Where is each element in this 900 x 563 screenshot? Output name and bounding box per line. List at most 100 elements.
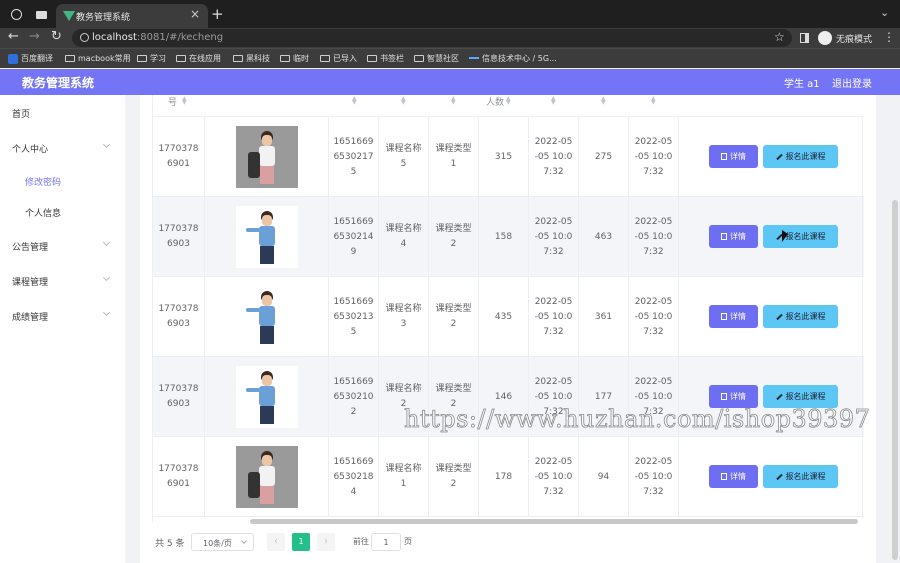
info-icon[interactable] xyxy=(80,33,89,42)
bookmark-item[interactable]: 书签栏 xyxy=(367,53,404,64)
sort-icon[interactable]: ▲ ▼ xyxy=(506,96,511,106)
url-text: localhost:8081/#/kecheng xyxy=(92,32,224,43)
bookmark-item[interactable]: 智慧社区 xyxy=(414,53,459,64)
detail-button[interactable]: 详情 xyxy=(709,225,758,248)
menu-icon[interactable]: ⋮ xyxy=(883,30,895,44)
chevron-down-icon[interactable] xyxy=(102,238,111,247)
table-cell-n2: 463 xyxy=(579,197,629,277)
bookmark-item[interactable]: 在线应用 xyxy=(176,53,221,64)
sort-icon[interactable]: ▲ ▼ xyxy=(551,96,556,106)
course-photo[interactable] xyxy=(235,446,298,508)
incognito-label[interactable]: 无痕模式 xyxy=(836,32,872,45)
sidebar-item-personal-center[interactable]: 个人中心 xyxy=(12,142,48,155)
sidebar-item-grades[interactable]: 成绩管理 xyxy=(12,310,48,323)
chevron-down-icon[interactable]: ⌄ xyxy=(880,6,889,19)
link-icon xyxy=(469,56,479,61)
course-photo[interactable] xyxy=(235,206,298,268)
sort-icon[interactable]: ▲ ▼ xyxy=(401,96,406,106)
bookmark-item[interactable]: 黑科技 xyxy=(233,53,270,64)
sidebar-item-change-password[interactable]: 修改密码 xyxy=(25,175,61,188)
cell-text: 1770378 6903 xyxy=(158,384,199,409)
browser-tab[interactable]: 教务管理系统 × xyxy=(56,4,208,28)
sort-icon[interactable]: ▲ ▼ xyxy=(651,96,656,106)
cell-text: 2022-05 -05 10:0 7:32 xyxy=(534,296,573,337)
table-row[interactable]: 1770378 6901 1651669 6530217 5 课程名称 5 课程类型 … xyxy=(153,117,864,197)
course-photo[interactable] xyxy=(235,126,298,188)
next-page-button[interactable]: › xyxy=(317,533,335,551)
course-photo[interactable] xyxy=(235,366,298,428)
bookmark-item[interactable]: 已导入 xyxy=(320,53,357,64)
sidebar-item-profile[interactable]: 个人信息 xyxy=(25,206,61,219)
cell-text: 课程名称 1 xyxy=(385,464,422,489)
translate-icon xyxy=(8,53,18,64)
sidebar-item-courses[interactable]: 课程管理 xyxy=(12,275,48,288)
table-row[interactable]: 1770378 6903 1651669 6530214 9 课程名称 4 课程类型 … xyxy=(153,197,864,277)
document-icon xyxy=(721,153,727,160)
vertical-scrollbar[interactable] xyxy=(892,200,898,560)
enroll-button[interactable]: 报名此课程 xyxy=(763,305,838,328)
horizontal-scrollbar[interactable] xyxy=(250,519,858,524)
detail-button-label: 详情 xyxy=(730,392,746,401)
new-tab-icon[interactable]: + xyxy=(211,5,224,23)
watermark: https://www.huzhan.com/ishop39397 xyxy=(404,405,871,434)
folder-icon xyxy=(65,55,75,62)
table-cell-count: 435 xyxy=(479,277,529,357)
bookmark-item[interactable]: 学习 xyxy=(137,53,166,64)
detail-button[interactable]: 详情 xyxy=(709,465,758,488)
bookmark-item[interactable]: macbook常用 xyxy=(65,53,131,64)
cell-text: 2022-05 -05 10:0 7:32 xyxy=(634,136,673,177)
bookmark-item[interactable]: 信息技术中心 / 5G... xyxy=(469,53,557,64)
star-icon[interactable]: ☆ xyxy=(774,30,785,44)
cell-text: 177 xyxy=(594,391,613,402)
close-icon[interactable]: × xyxy=(190,7,200,21)
table-row[interactable]: 1770378 6903 1651669 6530213 5 课程名称 3 课程类型 … xyxy=(153,277,864,357)
forward-icon[interactable]: → xyxy=(29,29,40,44)
chevron-down-icon[interactable] xyxy=(102,308,111,317)
page-suffix-label: 页 xyxy=(404,537,412,546)
column-header[interactable]: 号 xyxy=(168,95,177,108)
detail-button[interactable]: 详情 xyxy=(709,145,758,168)
sort-icon[interactable]: ▲ ▼ xyxy=(182,96,187,106)
folder-icon xyxy=(280,55,290,62)
side-panel-icon[interactable] xyxy=(800,33,809,43)
column-header[interactable]: 人数 xyxy=(486,95,504,108)
bookmark-item[interactable]: 百度翻译 xyxy=(8,53,53,64)
reload-icon[interactable]: ↻ xyxy=(51,29,62,44)
incognito-icon[interactable] xyxy=(818,31,832,45)
back-icon[interactable]: ← xyxy=(8,29,19,44)
enroll-button[interactable]: 报名此课程 xyxy=(763,225,838,248)
sort-icon[interactable]: ▲ ▼ xyxy=(451,96,456,106)
chevron-down-icon[interactable] xyxy=(102,140,111,149)
enroll-button[interactable]: 报名此课程 xyxy=(763,465,838,488)
goto-page-input[interactable] xyxy=(371,533,401,551)
table-cell-name: 课程名称 5 xyxy=(379,117,429,197)
prev-page-button[interactable]: ‹ xyxy=(267,533,285,551)
enroll-button[interactable]: 报名此课程 xyxy=(763,145,838,168)
sidebar-item-home[interactable]: 首页 xyxy=(12,107,30,120)
window-icon[interactable] xyxy=(36,11,47,19)
detail-button[interactable]: 详情 xyxy=(709,305,758,328)
logout-button[interactable]: 退出登录 xyxy=(832,75,872,90)
table-row[interactable]: 1770378 6901 1651669 6530218 4 课程名称 1 课程类型 … xyxy=(153,437,864,517)
table-cell-end: 2022-05 -05 10:0 7:32 xyxy=(629,117,679,197)
sort-icon[interactable]: ▲ ▼ xyxy=(352,96,357,106)
detail-button-label: 详情 xyxy=(730,152,746,161)
chevron-down-icon[interactable] xyxy=(102,273,111,282)
course-photo[interactable] xyxy=(235,286,298,348)
table-cell-photo xyxy=(205,437,329,517)
folder-icon xyxy=(137,55,147,62)
globe-icon[interactable] xyxy=(11,9,22,20)
page-number-current[interactable]: 1 xyxy=(292,533,310,551)
sort-icon[interactable]: ▲ ▼ xyxy=(601,96,606,106)
enroll-button-label: 报名此课程 xyxy=(785,392,826,401)
table-cell-photo xyxy=(205,357,329,437)
document-icon xyxy=(721,473,727,480)
bookmark-item[interactable]: 临时 xyxy=(280,53,309,64)
table-cell-start: 2022-05 -05 10:0 7:32 xyxy=(529,197,579,277)
app-title: 教务管理系统 xyxy=(22,76,95,90)
sidebar-item-announcements[interactable]: 公告管理 xyxy=(12,240,48,253)
page-size-value: 10条/页 xyxy=(203,539,232,548)
page-size-select[interactable]: 10条/页 xyxy=(191,533,254,551)
url-input[interactable]: localhost:8081/#/kecheng ☆ xyxy=(72,29,792,47)
table-cell-name: 课程名称 3 xyxy=(379,277,429,357)
